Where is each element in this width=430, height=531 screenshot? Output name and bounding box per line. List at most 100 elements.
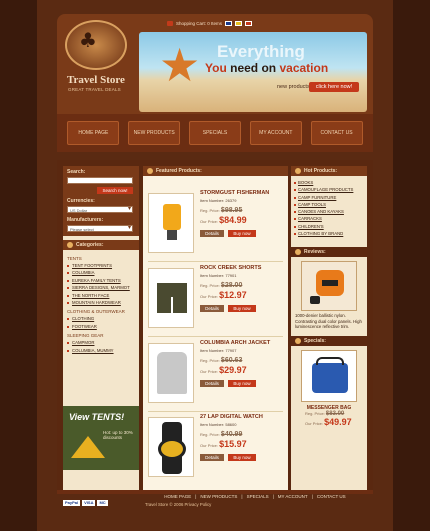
featured-title: Featured Products: (156, 168, 202, 174)
hot-product-item[interactable]: CHILDREN'S (291, 223, 367, 230)
category-item[interactable]: SIERRA DESIGNS, MARMOT (67, 284, 135, 291)
hot-product-item[interactable]: CARRACKS (291, 215, 367, 222)
hot-product-item[interactable]: CLOTHING BY BRAND (291, 230, 367, 237)
our-price-value: $15.97 (219, 439, 247, 449)
product-reg-price: Reg. Price: $28.00 (200, 282, 242, 289)
reviews-header: Reviews: (291, 247, 367, 258)
category-group-title[interactable]: TENTS (67, 256, 135, 261)
nav-specials[interactable]: SPECIALS (188, 121, 241, 145)
footer-link-new-products[interactable]: NEW PRODUCTS (200, 494, 237, 499)
copyright[interactable]: Travel Store © 2006 Privacy Policy (143, 502, 367, 507)
our-price-label: Our Price: (305, 420, 324, 426)
review-product-image[interactable] (301, 261, 357, 312)
our-price-value: $29.97 (219, 365, 247, 375)
reg-price-value: $40.99 (220, 431, 243, 438)
review-text: 1000-denier ballistic nylon. Contrasting… (295, 313, 362, 330)
footer-link-specials[interactable]: SPECIALS (247, 494, 269, 499)
reg-price-label: Reg. Price: (200, 358, 220, 363)
promo-title: View TENTS! (69, 412, 125, 422)
details-button[interactable]: Details (200, 380, 224, 387)
nav-my-account[interactable]: MY ACCOUNT (249, 121, 302, 145)
shopping-cart-icon[interactable] (167, 20, 173, 26)
buy-now-button[interactable]: Buy now (228, 380, 256, 387)
details-button[interactable]: Details (200, 230, 224, 237)
flag-es-icon[interactable] (245, 20, 253, 26)
flag-uk-icon[interactable] (225, 20, 233, 26)
category-group-title[interactable]: CLOTHING & OUTERWEAR (67, 309, 135, 314)
promo-subtitle: Hot: up to 30% discounts (103, 430, 133, 440)
search-label: Search: (67, 169, 86, 175)
search-input[interactable] (67, 177, 133, 184)
logo-title[interactable]: Travel Store (67, 74, 125, 86)
category-item[interactable]: FOOTWEAR (67, 323, 135, 330)
our-price-label: Our Price: (200, 219, 219, 224)
product-image[interactable] (148, 343, 194, 403)
footer-link-home[interactable]: HOME PAGE (164, 494, 191, 499)
featured-header: Featured Products: (143, 166, 288, 176)
hot-product-item[interactable]: CAMOUFLAGE PRODUCTS (291, 186, 367, 193)
slogan-everything: Everything (217, 42, 305, 61)
category-item[interactable]: THE NORTH FACE (67, 292, 135, 299)
buy-now-button[interactable]: Buy now (228, 230, 256, 237)
search-button[interactable]: Search now! (97, 187, 133, 194)
footer-link-my-account[interactable]: MY ACCOUNT (278, 494, 308, 499)
product-card: STORMGUST FISHERMAN Item Number: 26379 Reg… (148, 190, 283, 258)
special-product-image[interactable] (301, 349, 357, 402)
product-image[interactable] (148, 193, 194, 253)
starfish-image: ★ (159, 38, 201, 92)
nav-home[interactable]: HOME PAGE (67, 121, 120, 145)
product-image[interactable] (148, 268, 194, 328)
special-our-price: Our Price: $49.97 (291, 417, 367, 427)
specials-title: Specials: (304, 337, 326, 344)
category-item[interactable]: EUREKA FAMILY TENTS (67, 277, 135, 284)
details-button[interactable]: Details (200, 454, 224, 461)
hot-product-item[interactable]: BOOKS (291, 179, 367, 186)
cart-status[interactable]: Shopping Cart: 0 Items (176, 21, 222, 26)
airplane-icon (147, 167, 153, 174)
product-number: Item Number: 77901 (200, 273, 237, 278)
flag-de-icon[interactable] (235, 20, 243, 26)
click-here-button[interactable]: click here now! (309, 82, 359, 92)
hot-product-item[interactable]: CAMP FURNITURE (291, 194, 367, 201)
reg-price-value: $28.00 (220, 282, 243, 289)
hot-product-item[interactable]: CANOES AND KAYAKS (291, 208, 367, 215)
buy-now-button[interactable]: Buy now (228, 454, 256, 461)
paypal-logo: PayPal (63, 500, 81, 506)
details-button[interactable]: Details (200, 305, 224, 312)
hot-products-header: Hot Products: (291, 166, 367, 176)
product-name[interactable]: STORMGUST FISHERMAN (200, 190, 269, 196)
category-item[interactable]: CLOTHING (67, 315, 135, 322)
tents-promo[interactable]: View TENTS! Hot: up to 30% discounts (63, 406, 139, 470)
currency-select[interactable]: US Dollar (67, 206, 133, 213)
product-reg-price: Reg. Price: $40.99 (200, 431, 242, 438)
product-image[interactable] (148, 417, 194, 477)
reg-price-label: Reg. Price: (200, 283, 220, 288)
currencies-label: Currencies: (67, 198, 95, 204)
product-name[interactable]: COLUMBIA ARCH JACKET (200, 340, 270, 346)
manufacturer-select[interactable]: Please select (67, 225, 133, 232)
product-card: COLUMBIA ARCH JACKET Item Number: 77907 Re… (148, 340, 283, 408)
our-price-value: $12.97 (219, 290, 247, 300)
categories-icon (67, 241, 73, 248)
buy-now-button[interactable]: Buy now (228, 305, 256, 312)
category-item[interactable]: TENT FOOTPRINTS (67, 262, 135, 269)
category-item[interactable]: CAMPMOR (67, 339, 135, 346)
category-item[interactable]: COLUMBIA (67, 269, 135, 276)
category-item[interactable]: MOUNTAIN HARDWEAR (67, 299, 135, 306)
reg-price-label: Reg. Price: (200, 432, 220, 437)
product-name[interactable]: 27 LAP DIGITAL WATCH (200, 414, 263, 420)
product-divider (148, 336, 283, 337)
footer-link-contact[interactable]: CONTACT US (317, 494, 346, 499)
categories-list: TENTS TENT FOOTPRINTS COLUMBIA EUREKA FA… (63, 250, 139, 357)
nav-contact[interactable]: CONTACT US (310, 121, 363, 145)
reg-price-value: $60.63 (220, 357, 243, 364)
category-item[interactable]: COLUMBIA, MUMMY (67, 347, 135, 354)
our-price-label: Our Price: (200, 369, 219, 374)
visa-logo: VISA (82, 500, 96, 506)
reviews-title: Reviews: (304, 249, 326, 256)
hot-products-list: BOOKS CAMOUFLAGE PRODUCTS CAMP FURNITURE… (291, 176, 367, 237)
nav-new-products[interactable]: NEW PRODUCTS (128, 121, 181, 145)
category-group-title[interactable]: SLEEPING GEAR (67, 333, 135, 338)
hot-product-item[interactable]: CAMP TOOLS (291, 201, 367, 208)
product-name[interactable]: ROCK CREEK SHORTS (200, 265, 261, 271)
